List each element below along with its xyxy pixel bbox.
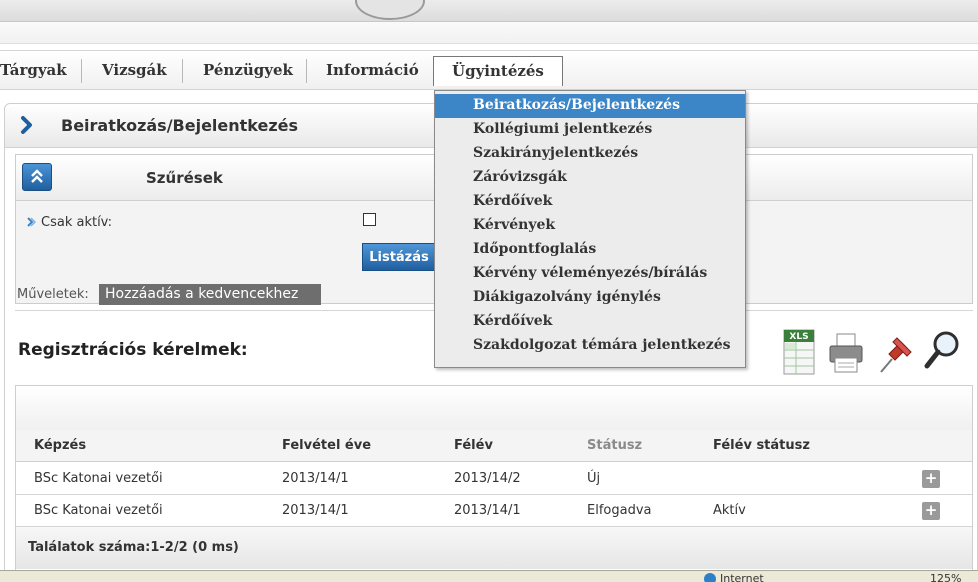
filter-title: Szűrések	[146, 169, 223, 187]
column-header-statusz[interactable]: Státusz	[587, 430, 642, 462]
zone-label: Internet	[720, 572, 764, 582]
dropdown-item-kollegiumi-jelentkezes[interactable]: Kollégiumi jelentkezés	[435, 118, 745, 142]
search-icon[interactable]	[923, 328, 961, 378]
section-title: Regisztrációs kérelmek:	[18, 340, 248, 360]
menu-item-penzugyek[interactable]: Pénzügyek	[203, 51, 293, 91]
dropdown-item-kerveny-velemenyezes[interactable]: Kérvény véleményezés/bírálás	[435, 262, 745, 286]
main-menu: Tárgyak Vizsgák Pénzügyek Információ Ügy…	[0, 50, 978, 90]
menu-item-informacio[interactable]: Információ	[326, 51, 419, 91]
expand-row-button[interactable]: +	[922, 470, 940, 488]
menu-item-vizsgak[interactable]: Vizsgák	[102, 51, 167, 91]
grid-header-row: Képzés Felvétel éve Félév Státusz Félév …	[16, 430, 972, 462]
column-header-kepzes[interactable]: Képzés	[34, 430, 86, 462]
grid-top-bar	[16, 386, 972, 430]
chevron-right-icon[interactable]	[19, 115, 35, 135]
menu-separator	[81, 59, 82, 83]
dropdown-item-szakiranyjelentkezes[interactable]: Szakirányjelentkezés	[435, 142, 745, 166]
dropdown-item-szakdolgozat-temara-jelentkezes[interactable]: Szakdolgozat témára jelentkezés	[435, 334, 745, 358]
menu-separator	[182, 59, 183, 83]
column-header-felvetel-eve[interactable]: Felvétel éve	[282, 430, 371, 462]
column-header-felev[interactable]: Félév	[454, 430, 493, 462]
cell-kepzes: BSc Katonai vezetői	[34, 503, 163, 518]
registration-grid: Képzés Felvétel éve Félév Státusz Félév …	[15, 385, 973, 581]
add-to-favorites-button[interactable]: Hozzáadás a kedvencekhez	[99, 284, 321, 305]
banner-logo-arc	[355, 0, 425, 20]
operations-label: Műveletek:	[17, 287, 89, 302]
result-count: Találatok száma:1-2/2 (0 ms)	[28, 540, 239, 555]
xls-export-icon[interactable]: XLS	[781, 328, 819, 378]
print-icon[interactable]	[827, 328, 865, 378]
cell-felvetel-eve: 2013/14/1	[282, 503, 349, 518]
cell-felev-statusz: Aktív	[713, 503, 746, 518]
double-chevron-up-icon	[31, 169, 43, 183]
cell-kepzes: BSc Katonai vezetői	[34, 471, 163, 486]
cell-statusz: Új	[587, 471, 601, 486]
only-active-checkbox[interactable]	[363, 213, 376, 226]
top-banner	[0, 0, 978, 22]
dropdown-item-idopontfoglalas[interactable]: Időpontfoglalás	[435, 238, 745, 262]
globe-icon	[704, 573, 716, 582]
dropdown-item-kervenyek[interactable]: Kérvények	[435, 214, 745, 238]
menu-separator	[306, 59, 307, 83]
grid-footer: Találatok száma:1-2/2 (0 ms)	[16, 527, 972, 569]
only-active-label: Csak aktív:	[26, 215, 112, 230]
page-title: Beiratkozás/Bejelentkezés	[61, 116, 299, 135]
dropdown-item-beiratkozas[interactable]: Beiratkozás/Bejelentkezés	[435, 94, 745, 118]
menu-item-targyak[interactable]: Tárgyak	[0, 51, 67, 91]
banner-bar	[0, 22, 978, 44]
collapse-filter-button[interactable]	[22, 163, 52, 191]
cell-felev: 2013/14/1	[454, 503, 521, 518]
cell-felev: 2013/14/2	[454, 471, 521, 486]
table-row[interactable]: BSc Katonai vezetői 2013/14/1 2013/14/1 …	[16, 495, 972, 527]
cell-statusz: Elfogadva	[587, 503, 652, 518]
table-row[interactable]: BSc Katonai vezetői 2013/14/1 2013/14/2 …	[16, 463, 972, 495]
dropdown-item-diakigazolvany-igenyles[interactable]: Diákigazolvány igénylés	[435, 286, 745, 310]
ugyintezes-dropdown: Beiratkozás/Bejelentkezés Kollégiumi jel…	[434, 90, 746, 368]
menu-item-ugyintezes[interactable]: Ügyintézés	[433, 56, 563, 86]
dropdown-item-zarovizsgak[interactable]: Záróvizsgák	[435, 166, 745, 190]
xls-label: XLS	[789, 332, 808, 342]
expand-row-button[interactable]: +	[922, 502, 940, 520]
browser-status-bar: Internet 125%	[0, 570, 978, 582]
dropdown-item-kerdoivek[interactable]: Kérdőívek	[435, 190, 745, 214]
zoom-level[interactable]: 125%	[930, 571, 961, 582]
column-header-felev-statusz[interactable]: Félév státusz	[713, 430, 810, 462]
dropdown-item-kerdoivek-2[interactable]: Kérdőívek	[435, 310, 745, 334]
only-active-text: Csak aktív:	[41, 215, 113, 230]
arrow-bullet-icon	[27, 217, 36, 227]
security-zone: Internet	[700, 571, 764, 582]
list-button[interactable]: Listázás	[362, 243, 436, 271]
cell-felvetel-eve: 2013/14/1	[282, 471, 349, 486]
pin-icon[interactable]	[875, 328, 913, 378]
